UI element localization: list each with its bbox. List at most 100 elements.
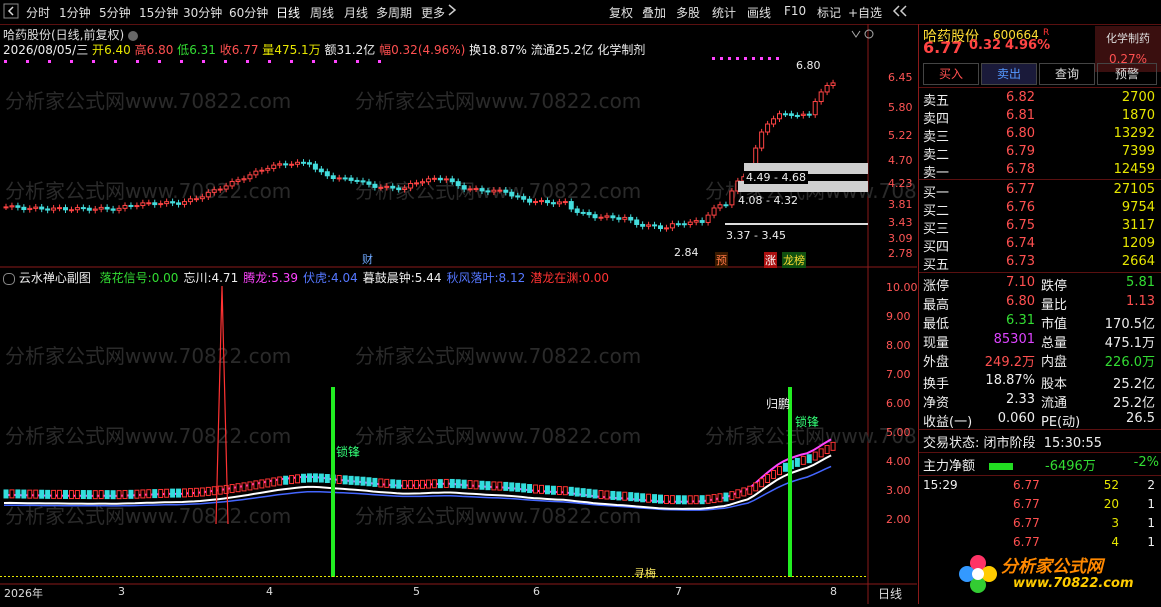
stat-value: 25.2亿 xyxy=(1113,377,1155,392)
btn-restore-rights[interactable]: 复权 xyxy=(609,4,633,21)
baseline-dot xyxy=(92,576,94,577)
tab-daily[interactable]: 日线 xyxy=(276,4,300,21)
baseline-dot xyxy=(552,576,554,577)
baseline-dot xyxy=(452,576,454,577)
indicator-bar xyxy=(467,480,473,490)
btn-draw-line[interactable]: 画线 xyxy=(747,4,771,21)
baseline-dot xyxy=(68,576,70,577)
ask-row[interactable]: 卖二 6.79 7399 xyxy=(923,144,1159,163)
buy-button[interactable]: 买入 xyxy=(923,63,979,85)
baseline-dot xyxy=(440,576,442,577)
bid-volume: 27105 xyxy=(1113,182,1155,197)
stat-label: 量比 xyxy=(1041,298,1068,313)
bid-row[interactable]: 买五 6.73 2664 xyxy=(923,254,1159,273)
indicator-bar xyxy=(193,487,199,497)
baseline-dot xyxy=(160,576,162,577)
indicator-bar xyxy=(152,489,158,499)
baseline-dot xyxy=(776,576,778,577)
chart-area[interactable]: 分析家公式网www.70822.com 分析家公式网www.70822.com 分析… xyxy=(0,24,991,604)
tab-fenshi[interactable]: 分时 xyxy=(26,4,50,21)
info-change-label: 幅 xyxy=(379,43,392,57)
candle-body xyxy=(812,101,818,116)
tag-finance[interactable]: 财 xyxy=(362,251,373,267)
btn-add-watchlist[interactable]: +自选 xyxy=(848,4,882,21)
stat-row: 外盘 249.2万 内盘 226.0万 xyxy=(923,351,1159,370)
candle-body xyxy=(646,224,652,227)
indicator-bar xyxy=(378,478,384,488)
indicator-bar xyxy=(658,494,663,504)
signal-dot xyxy=(202,60,205,63)
baseline-dot xyxy=(376,576,378,577)
btn-multi-stock[interactable]: 多股 xyxy=(676,4,700,21)
indicator-bar xyxy=(782,462,788,472)
baseline-dot xyxy=(820,576,822,577)
main-candles xyxy=(3,57,836,232)
tab-30min[interactable]: 30分钟 xyxy=(183,4,222,21)
bid-row[interactable]: 买一 6.77 27105 xyxy=(923,182,1159,201)
bid-row[interactable]: 买三 6.75 3117 xyxy=(923,218,1159,237)
alert-button[interactable]: 预警 xyxy=(1097,63,1157,85)
dropdown-icon[interactable] xyxy=(128,30,139,41)
tab-5min[interactable]: 5分钟 xyxy=(99,4,131,21)
tag-dragon-list[interactable]: 龙榜 xyxy=(782,252,806,268)
baseline-dot xyxy=(424,576,426,577)
ask-row[interactable]: 卖一 6.78 12459 xyxy=(923,162,1159,181)
sell-button[interactable]: 卖出 xyxy=(981,63,1037,85)
tag-forecast[interactable]: 预 xyxy=(715,252,728,268)
indicator-bar xyxy=(283,475,289,485)
ask-row[interactable]: 卖五 6.82 2700 xyxy=(923,90,1159,109)
btn-mark[interactable]: 标记 xyxy=(817,4,841,21)
candle-body xyxy=(765,123,771,133)
btn-statistics[interactable]: 统计 xyxy=(712,4,736,21)
tab-1min[interactable]: 1分钟 xyxy=(59,4,91,21)
indicator-bar xyxy=(164,488,170,498)
tab-15min[interactable]: 15分钟 xyxy=(139,4,178,21)
baseline-dot xyxy=(536,576,538,577)
baseline-dot xyxy=(280,576,282,577)
ask-row[interactable]: 卖三 6.80 13292 xyxy=(923,126,1159,145)
tick-price: 6.77 xyxy=(1013,535,1040,549)
ask-row[interactable]: 卖四 6.81 1870 xyxy=(923,108,1159,127)
btn-overlay[interactable]: 叠加 xyxy=(642,4,666,21)
baseline-dot xyxy=(372,576,374,577)
tab-weekly[interactable]: 周线 xyxy=(310,4,334,21)
bid-row[interactable]: 买四 6.74 1209 xyxy=(923,236,1159,255)
candle-body xyxy=(455,181,461,187)
green-signal-bar xyxy=(788,387,792,577)
indicator-bar xyxy=(324,474,330,484)
info-low-label: 低 xyxy=(177,43,190,57)
tab-more[interactable]: 更多 xyxy=(421,4,445,21)
baseline-dot xyxy=(380,576,382,577)
kline-chart[interactable]: 分析家公式网www.70822.com 分析家公式网www.70822.com 分析… xyxy=(0,24,991,604)
candle-body xyxy=(152,202,158,206)
back-arrow-icon[interactable] xyxy=(3,3,19,22)
chevron-left-icon[interactable] xyxy=(890,3,912,22)
signal-dot xyxy=(334,60,337,63)
candle-body xyxy=(461,185,467,190)
info-float: 25.2亿 xyxy=(554,43,594,57)
candle-body xyxy=(473,188,479,191)
baseline-dot xyxy=(512,576,514,577)
baseline-dot xyxy=(692,576,694,577)
chevron-right-icon[interactable] xyxy=(447,3,457,20)
baseline-dot xyxy=(108,576,110,577)
stat-value: 6.31 xyxy=(1006,313,1035,328)
tab-monthly[interactable]: 月线 xyxy=(344,4,368,21)
tag-limit-up[interactable]: 涨 xyxy=(764,252,777,268)
bid-row[interactable]: 买二 6.76 9754 xyxy=(923,200,1159,219)
tab-60min[interactable]: 60分钟 xyxy=(229,4,268,21)
indicator-bar xyxy=(229,484,235,494)
baseline-dot xyxy=(188,576,190,577)
tick-time: 15:29 xyxy=(923,478,958,492)
y-tick-indicator: 8.00 xyxy=(886,339,911,352)
indicator-settings-icon[interactable] xyxy=(3,272,15,285)
chart-settings-icon[interactable] xyxy=(851,28,875,45)
candle-body xyxy=(533,201,539,204)
baseline-dot xyxy=(812,576,814,577)
candle-body xyxy=(253,170,259,176)
btn-f10[interactable]: F10 xyxy=(784,4,806,18)
watermark-text: 分析家公式网www.70822.com xyxy=(355,89,641,113)
tab-multi-period[interactable]: 多周期 xyxy=(376,4,412,21)
query-button[interactable]: 查询 xyxy=(1039,63,1095,85)
indicator-name[interactable]: 云水禅心副图 xyxy=(19,271,91,285)
